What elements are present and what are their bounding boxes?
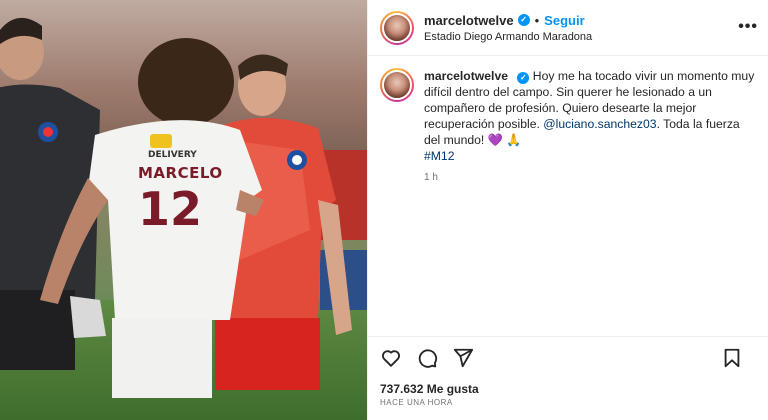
share-icon: [453, 348, 474, 367]
shirt-name: MARCELO: [138, 164, 223, 182]
caption-emoji: 💜 🙏: [487, 133, 522, 147]
location-link[interactable]: Estadio Diego Armando Maradona: [424, 31, 592, 43]
likes-count[interactable]: 737.632 Me gusta: [380, 382, 479, 396]
post-photo[interactable]: DELIVERY MARCELO 12: [0, 0, 367, 420]
more-options-button[interactable]: •••: [738, 18, 758, 36]
caption-mention[interactable]: @luciano.sanchez03: [543, 117, 656, 131]
caption-verified-badge-icon: ✓: [517, 72, 530, 84]
username[interactable]: marcelotwelve: [424, 13, 514, 28]
bookmark-icon: [724, 348, 740, 368]
caption-username[interactable]: marcelotwelve: [424, 69, 508, 83]
avatar[interactable]: [380, 68, 414, 102]
save-button[interactable]: [721, 347, 743, 369]
posted-time: HACE UNA HORA: [380, 398, 453, 407]
like-button[interactable]: [380, 347, 402, 369]
shirt-number: 12: [138, 182, 203, 236]
heart-icon: [382, 349, 400, 367]
caption-hashtag[interactable]: #M12: [424, 149, 455, 163]
comment-button[interactable]: [416, 347, 438, 369]
follow-button[interactable]: Seguir: [544, 13, 584, 28]
action-bar: [368, 336, 768, 378]
comment-icon: [418, 348, 438, 368]
caption: marcelotwelve ✓ Hoy me ha tocado vivir u…: [368, 56, 768, 186]
separator: •: [534, 12, 540, 28]
post-panel: marcelotwelve ✓ • Seguir Estadio Diego A…: [367, 0, 768, 420]
verified-badge-icon: ✓: [517, 14, 530, 26]
share-button[interactable]: [452, 347, 474, 369]
post-header: marcelotwelve ✓ • Seguir Estadio Diego A…: [368, 0, 768, 56]
shirt-sponsor: DELIVERY: [148, 150, 197, 160]
avatar[interactable]: [380, 10, 414, 45]
caption-time: 1 h: [424, 172, 438, 183]
